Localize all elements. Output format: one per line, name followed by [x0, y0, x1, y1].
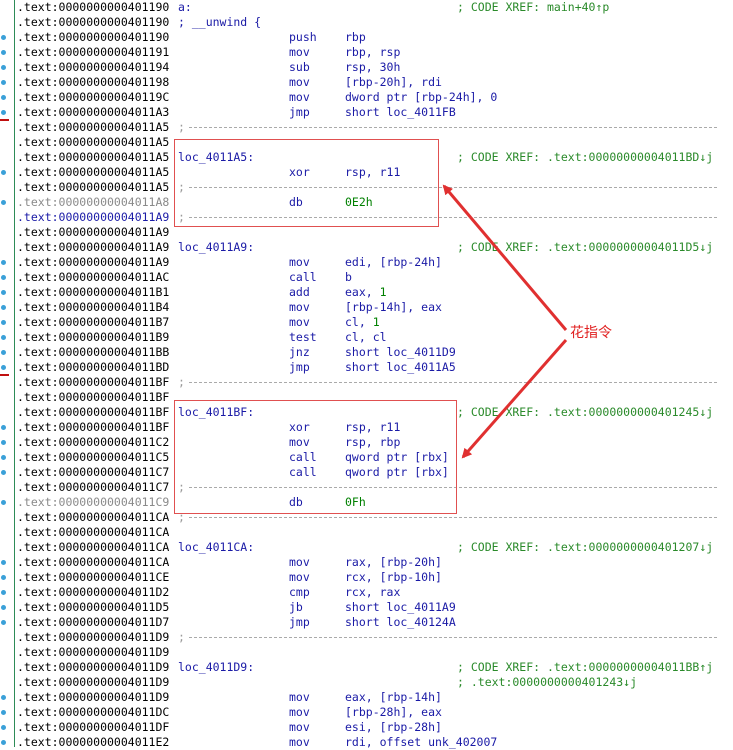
arrow-to-box-1 — [442, 184, 568, 331]
annotation-arrows — [442, 184, 568, 459]
junk-code-annotation: 花指令 — [570, 325, 612, 341]
arrow-to-box-2 — [461, 339, 568, 459]
